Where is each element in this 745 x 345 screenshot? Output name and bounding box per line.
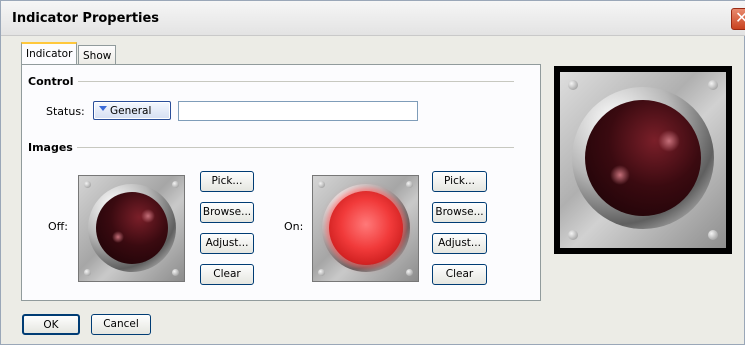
- off-clear-button[interactable]: Clear: [200, 264, 254, 285]
- screw-icon: [318, 269, 325, 276]
- status-label: Status:: [46, 105, 85, 118]
- status-text-field[interactable]: [178, 101, 418, 121]
- led-off-icon: [585, 100, 701, 216]
- close-button[interactable]: ✕: [731, 8, 745, 30]
- screw-icon: [406, 269, 413, 276]
- control-section-title: Control: [28, 75, 74, 88]
- off-pick-button[interactable]: Pick...: [200, 171, 254, 192]
- led-glint: [658, 130, 680, 152]
- on-pick-button[interactable]: Pick...: [432, 171, 487, 192]
- screw-icon: [568, 230, 578, 240]
- status-dropdown-value: General: [110, 105, 152, 117]
- off-image-preview: [78, 175, 185, 282]
- led-off-icon: [96, 192, 168, 264]
- screw-icon: [172, 181, 179, 188]
- screw-icon: [568, 80, 578, 90]
- screw-icon: [172, 269, 179, 276]
- status-dropdown[interactable]: General: [93, 101, 171, 120]
- on-image-preview: [312, 175, 419, 282]
- led-on-icon: [329, 191, 403, 265]
- images-section-title: Images: [28, 141, 73, 154]
- indicator-preview: [554, 66, 732, 254]
- dropdown-arrow-icon: [99, 106, 107, 111]
- screw-icon: [84, 269, 91, 276]
- screw-icon: [708, 80, 718, 90]
- on-adjust-button[interactable]: Adjust...: [432, 233, 487, 254]
- off-label: Off:: [48, 220, 68, 233]
- led-glint: [112, 231, 124, 243]
- cancel-button[interactable]: Cancel: [91, 314, 151, 335]
- screw-icon: [708, 230, 718, 240]
- indicator-properties-dialog: Indicator Properties ✕ Indicator Show Co…: [0, 0, 745, 345]
- screw-icon: [318, 181, 325, 188]
- control-divider: [78, 81, 514, 82]
- title-bar[interactable]: Indicator Properties ✕: [1, 1, 745, 36]
- close-icon: ✕: [735, 8, 745, 27]
- off-browse-button[interactable]: Browse...: [200, 202, 254, 223]
- screw-icon: [84, 181, 91, 188]
- screw-icon: [406, 181, 413, 188]
- ok-button[interactable]: OK: [22, 314, 80, 335]
- led-glint: [610, 165, 630, 185]
- on-clear-button[interactable]: Clear: [432, 264, 487, 285]
- tab-indicator[interactable]: Indicator: [21, 42, 77, 65]
- off-adjust-button[interactable]: Adjust...: [200, 233, 254, 254]
- images-divider: [77, 147, 514, 148]
- window-title: Indicator Properties: [12, 11, 160, 26]
- preview-plate: [560, 72, 726, 248]
- on-browse-button[interactable]: Browse...: [432, 202, 487, 223]
- led-glint: [141, 209, 155, 223]
- tab-show[interactable]: Show: [78, 45, 116, 64]
- on-label: On:: [284, 220, 304, 233]
